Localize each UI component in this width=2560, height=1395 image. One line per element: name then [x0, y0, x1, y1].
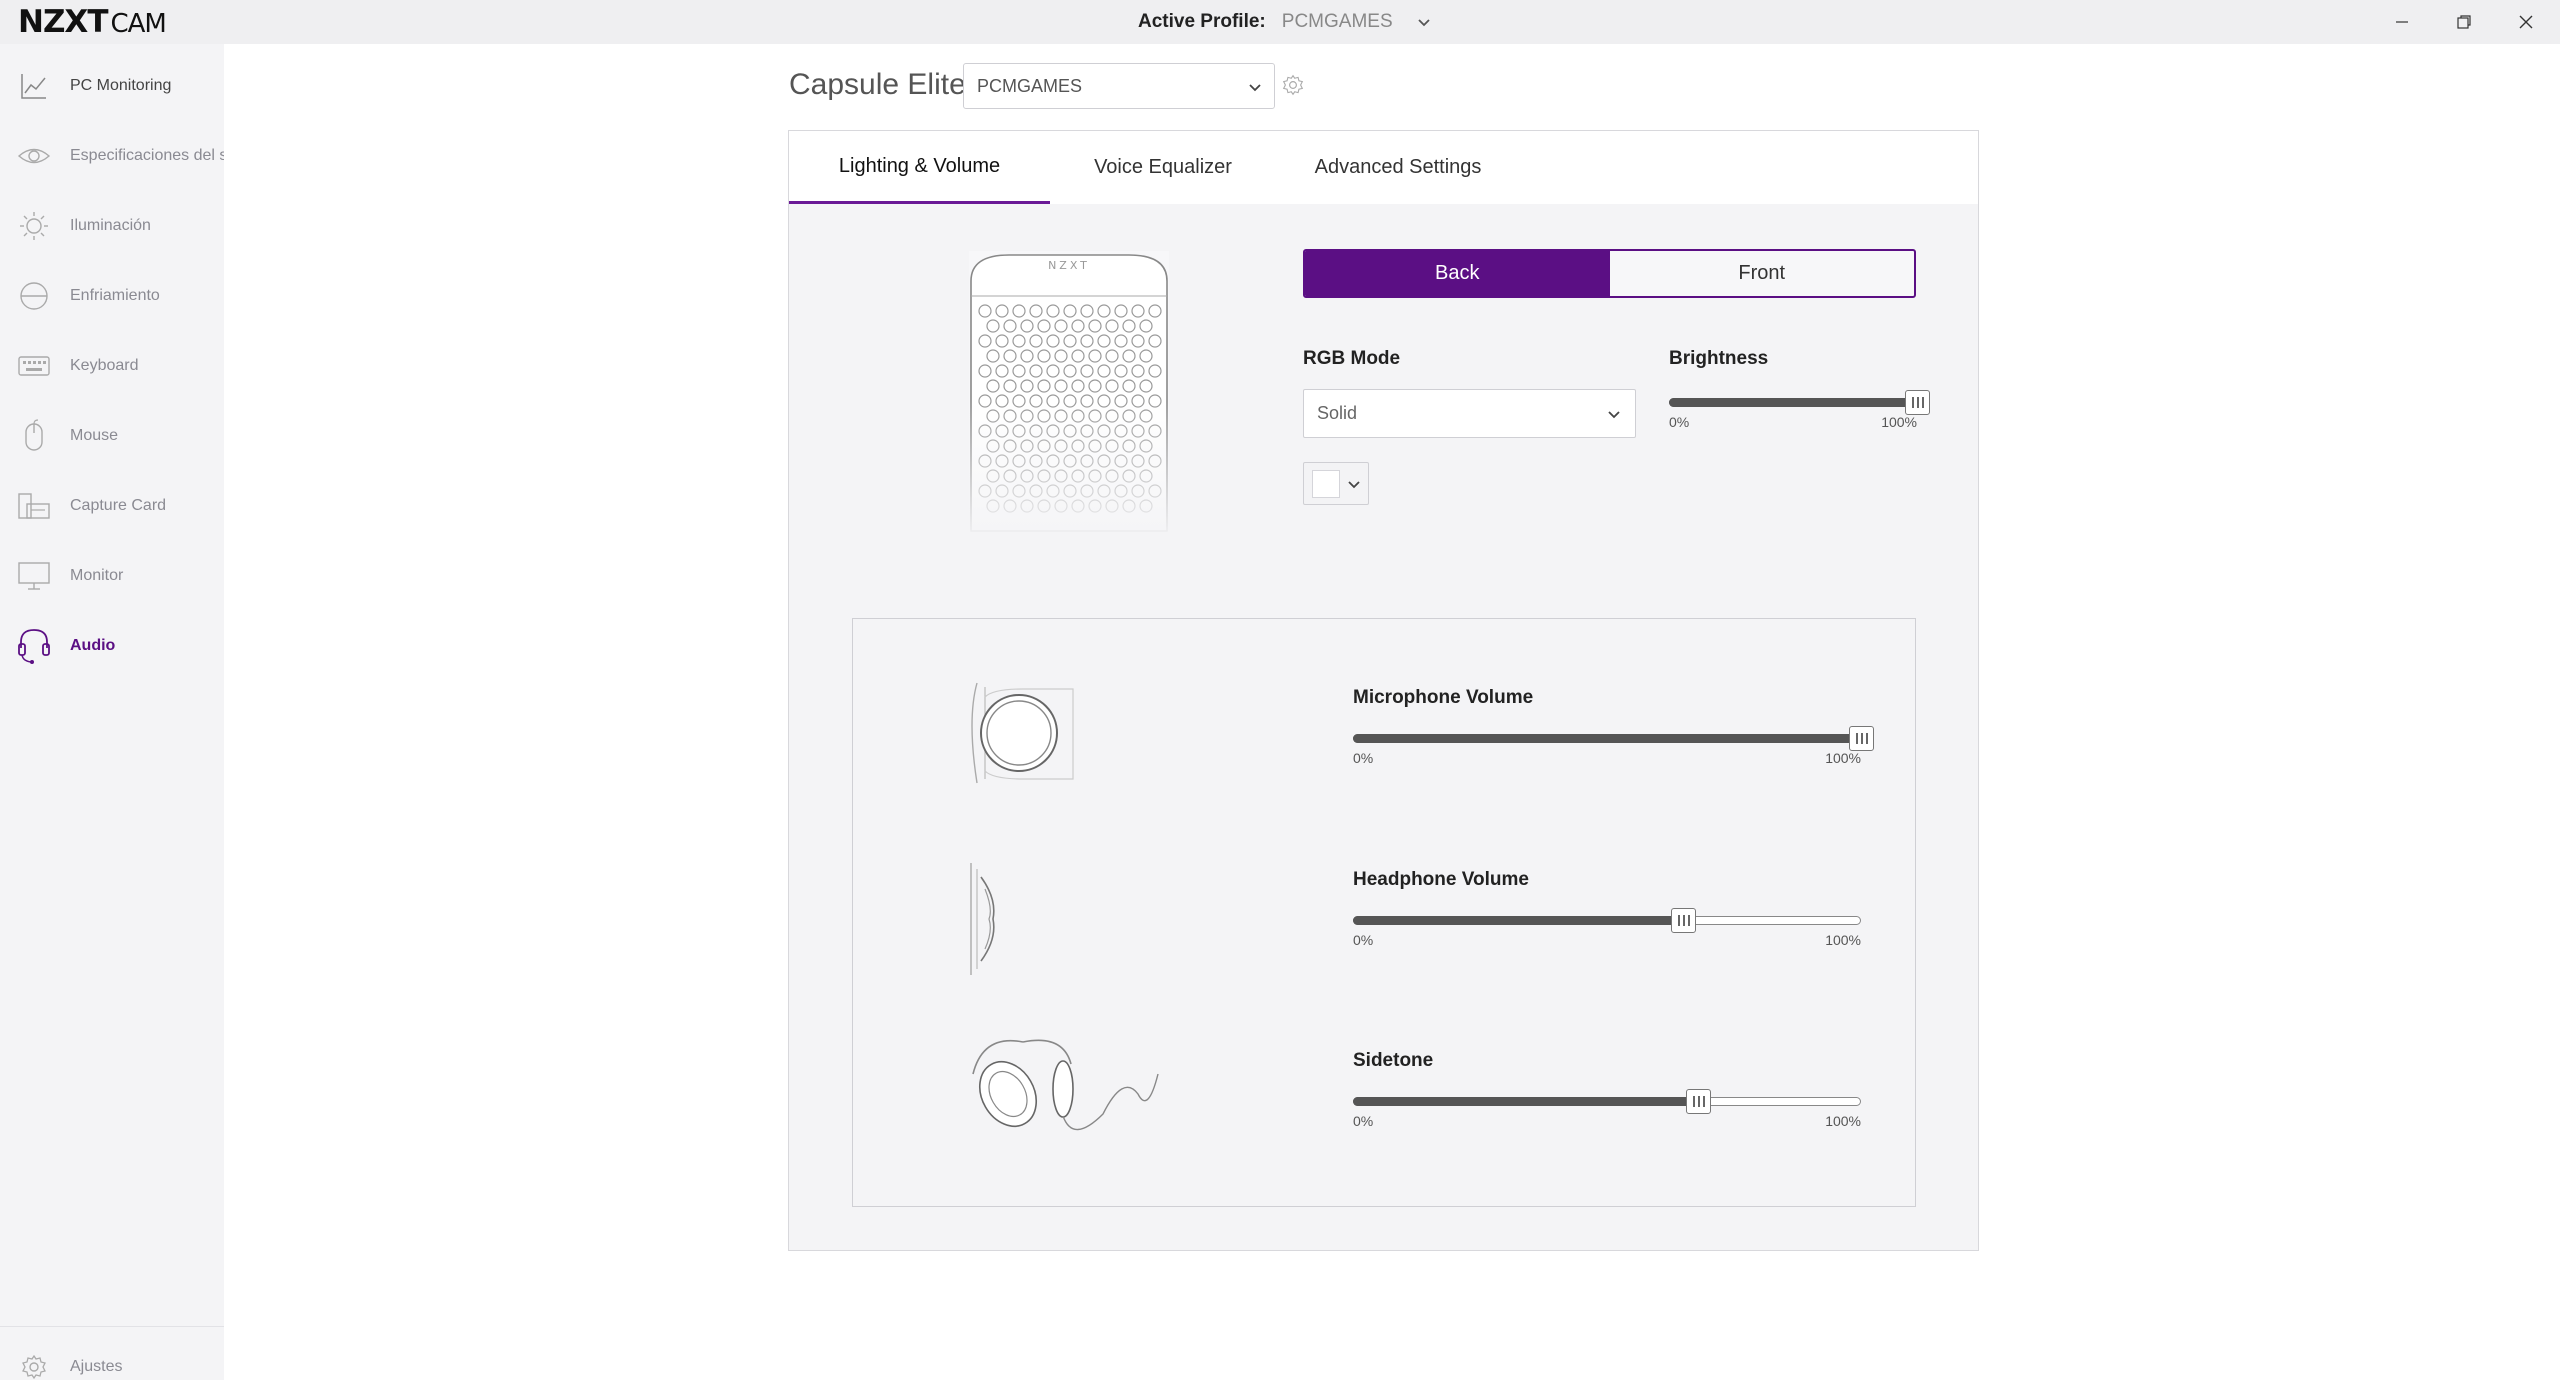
sidebar-item-label: Audio	[70, 637, 116, 654]
brightness-slider[interactable]: 0% 100%	[1669, 385, 1930, 430]
sidetone-slider[interactable]: 0% 100%	[1353, 1084, 1861, 1129]
color-swatch	[1312, 470, 1340, 498]
microphone-side-illustration	[970, 863, 995, 975]
microphone-volume-label: Microphone Volume	[1353, 687, 1534, 708]
headset-icon	[16, 628, 52, 664]
logo-app-name: CAM	[110, 9, 166, 39]
profile-dropdown[interactable]: PCMGAMES	[963, 63, 1275, 109]
tab-lighting-volume[interactable]: Lighting & Volume	[789, 131, 1050, 204]
color-picker[interactable]	[1303, 462, 1369, 505]
headphone-volume-slider[interactable]: 0% 100%	[1353, 903, 1861, 948]
sidebar-item-cooling[interactable]: Enfriamiento	[0, 268, 224, 324]
sidebar-item-label: Keyboard	[70, 357, 139, 374]
active-profile-label: Active Profile:	[1138, 11, 1266, 32]
chevron-down-icon	[1348, 481, 1360, 489]
volume-panel: Microphone Volume 0% 100% Headphone Volu…	[852, 618, 1916, 1207]
sidebar-item-label: Monitor	[70, 567, 124, 584]
sidebar-item-specs[interactable]: Especificaciones del sis	[0, 128, 224, 184]
slider-thumb[interactable]	[1686, 1089, 1712, 1114]
active-profile-selector[interactable]: Active Profile: PCMGAMES	[1138, 0, 1433, 44]
tab-voice-equalizer[interactable]: Voice Equalizer	[1050, 131, 1276, 204]
speaker-logo-text: NZXT	[1048, 259, 1090, 272]
sidebar-item-label: Enfriamiento	[70, 287, 160, 304]
slider-thumb[interactable]	[1671, 908, 1697, 933]
rgb-mode-dropdown[interactable]: Solid	[1303, 389, 1636, 438]
slider-max-label: 100%	[1825, 932, 1861, 948]
zone-front-button[interactable]: Front	[1610, 251, 1915, 296]
rgb-mode-value: Solid	[1317, 403, 1358, 423]
sidebar-item-label: Especificaciones del sis	[70, 147, 224, 164]
cooler-icon	[16, 278, 52, 314]
restore-button[interactable]	[2434, 0, 2494, 44]
tab-bar: Lighting & Volume Voice Equalizer Advanc…	[789, 131, 1978, 204]
rgb-mode-label: RGB Mode	[1303, 348, 1401, 369]
active-profile-value: PCMGAMES	[1281, 11, 1393, 32]
microphone-front-illustration	[971, 682, 1074, 784]
profile-dropdown-value: PCMGAMES	[977, 75, 1083, 96]
sidebar-item-lighting[interactable]: Iluminación	[0, 198, 224, 254]
keyboard-icon	[16, 348, 52, 384]
sun-icon	[16, 208, 52, 244]
slider-thumb[interactable]	[1905, 390, 1930, 415]
slider-min-label: 0%	[1669, 414, 1690, 430]
minimize-button[interactable]	[2372, 0, 2432, 44]
chevron-down-icon	[1417, 19, 1430, 27]
monitor-icon	[16, 558, 52, 594]
app-logo: NZXT CAM	[18, 4, 167, 40]
microphone-illustration: NZXT	[969, 251, 1169, 541]
mouse-icon	[16, 418, 52, 454]
device-title: Capsule Elite	[789, 68, 966, 101]
sidebar-item-keyboard[interactable]: Keyboard	[0, 338, 224, 394]
slider-fill	[1353, 916, 1684, 925]
slider-fill	[1353, 734, 1861, 743]
zone-back-button[interactable]: Back	[1305, 251, 1610, 296]
chevron-down-icon	[1608, 411, 1620, 419]
lighting-zone-toggle: Back Front	[1303, 249, 1916, 298]
sidebar-item-label: Mouse	[70, 427, 119, 444]
sidebar-item-pc-monitoring[interactable]: PC Monitoring	[0, 58, 224, 114]
sidebar-item-label: Ajustes	[70, 1358, 123, 1375]
slider-min-label: 0%	[1353, 932, 1374, 948]
chevron-down-icon	[1249, 84, 1261, 92]
tab-advanced-settings[interactable]: Advanced Settings	[1276, 131, 1520, 204]
eye-icon	[16, 138, 52, 174]
headphones-illustration	[972, 1039, 1159, 1131]
slider-max-label: 100%	[1825, 1113, 1861, 1129]
restore-icon	[2457, 15, 2471, 29]
capture-card-icon	[16, 488, 52, 524]
brightness-label: Brightness	[1669, 348, 1769, 369]
chart-line-icon	[16, 68, 52, 104]
close-icon	[2519, 15, 2533, 29]
sidebar-item-label: Capture Card	[70, 497, 167, 514]
slider-min-label: 0%	[1353, 750, 1374, 766]
sidebar-item-mouse[interactable]: Mouse	[0, 408, 224, 464]
device-settings-card: Lighting & Volume Voice Equalizer Advanc…	[788, 130, 1979, 1251]
microphone-volume-slider[interactable]: 0% 100%	[1353, 721, 1874, 766]
sidebar-item-settings[interactable]: Ajustes	[0, 1339, 224, 1395]
sidebar-item-label: PC Monitoring	[70, 77, 172, 94]
slider-min-label: 0%	[1353, 1113, 1374, 1129]
sidebar-item-capture-card[interactable]: Capture Card	[0, 478, 224, 534]
slider-thumb[interactable]	[1849, 726, 1874, 751]
slider-max-label: 100%	[1881, 414, 1917, 430]
sidebar-item-label: Iluminación	[70, 217, 151, 234]
title-bar: NZXT CAM Active Profile: PCMGAMES	[0, 0, 2560, 44]
logo-brand: NZXT	[18, 4, 108, 40]
profile-settings-gear-icon[interactable]	[1282, 74, 1304, 96]
sidebar-item-audio[interactable]: Audio	[0, 618, 224, 674]
sidebar-divider	[0, 1326, 224, 1327]
slider-max-label: 100%	[1825, 750, 1861, 766]
sidebar-item-monitor[interactable]: Monitor	[0, 548, 224, 604]
slider-fill	[1669, 398, 1917, 407]
close-button[interactable]	[2496, 0, 2556, 44]
slider-fill	[1353, 1097, 1699, 1106]
sidetone-label: Sidetone	[1353, 1050, 1434, 1071]
headphone-volume-label: Headphone Volume	[1353, 869, 1529, 890]
sidebar: PC Monitoring Especificaciones del sis I…	[0, 44, 224, 1380]
minimize-icon	[2396, 21, 2408, 23]
